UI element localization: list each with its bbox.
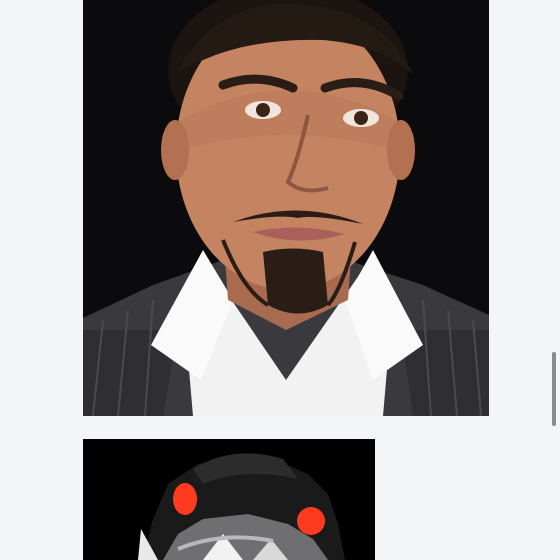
cartoon-image[interactable] <box>83 439 375 560</box>
cartoon-illustration <box>83 439 375 560</box>
scrollbar-thumb[interactable] <box>552 352 556 426</box>
image-feed <box>0 0 560 560</box>
portrait-photo[interactable] <box>83 0 489 416</box>
portrait-illustration <box>83 0 489 416</box>
